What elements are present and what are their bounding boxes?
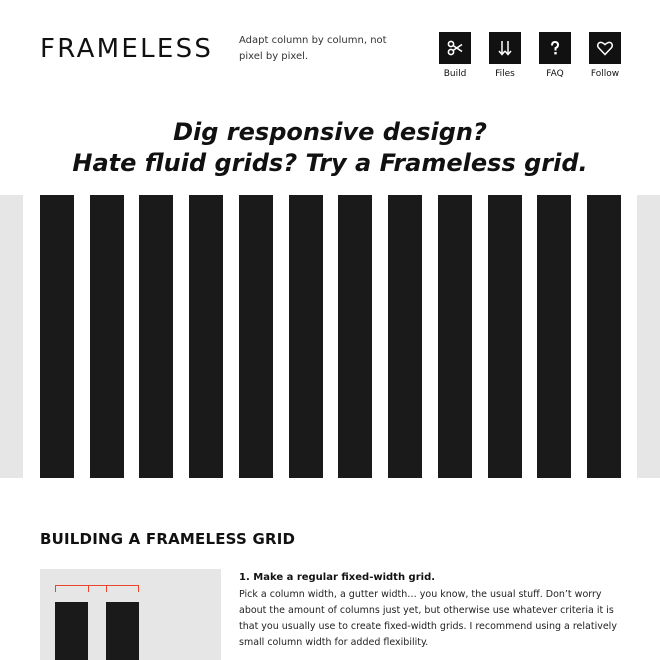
grid-column <box>239 195 273 478</box>
fixed-grid-diagram <box>40 569 221 660</box>
nav-follow-label: Follow <box>590 69 620 79</box>
nav-build[interactable]: Build <box>438 32 472 79</box>
edge-gutter-right <box>637 195 660 478</box>
measure-tick <box>55 585 56 592</box>
grid-column <box>488 195 522 478</box>
nav-follow[interactable]: Follow <box>588 32 622 79</box>
step-1-body: Pick a column width, a gutter width… you… <box>239 589 617 648</box>
diagram-column <box>106 602 139 660</box>
grid-column <box>90 195 124 478</box>
grid-column <box>139 195 173 478</box>
nav-faq[interactable]: FAQ <box>538 32 572 79</box>
question-mark-icon <box>539 32 571 64</box>
nav-files[interactable]: Files <box>488 32 522 79</box>
grid-column <box>587 195 621 478</box>
scissors-icon <box>439 32 471 64</box>
measure-rule <box>55 585 139 586</box>
grid-column <box>40 195 74 478</box>
grid-column <box>189 195 223 478</box>
diagram-column <box>55 602 88 660</box>
grid-column <box>537 195 571 478</box>
tagline: Adapt column by column, not pixel by pix… <box>239 35 387 62</box>
step-1-title: 1. Make a regular fixed-width grid. <box>239 572 436 583</box>
download-arrows-icon <box>489 32 521 64</box>
grid-illustration <box>0 195 660 478</box>
heart-icon <box>589 32 621 64</box>
nav-faq-label: FAQ <box>546 69 564 79</box>
edge-gutter-left <box>0 195 23 478</box>
main-nav: Build Files FAQ Follow <box>438 32 622 79</box>
measure-tick <box>106 585 107 592</box>
grid-column <box>438 195 472 478</box>
grid-column <box>338 195 372 478</box>
hero-line-2: Hate fluid grids? Try a Frameless grid. <box>72 149 588 177</box>
hero-line-1: Dig responsive design? <box>173 118 487 146</box>
hero-headline: Dig responsive design? Hate fluid grids?… <box>0 117 660 179</box>
nav-build-label: Build <box>443 69 467 79</box>
logo[interactable]: FRAMELESS <box>40 34 213 64</box>
grid-column <box>289 195 323 478</box>
nav-files-label: Files <box>495 69 515 79</box>
section-title: BUILDING A FRAMELESS GRID <box>40 530 296 548</box>
measure-tick <box>88 585 89 592</box>
grid-column <box>388 195 422 478</box>
measure-tick <box>138 585 139 592</box>
